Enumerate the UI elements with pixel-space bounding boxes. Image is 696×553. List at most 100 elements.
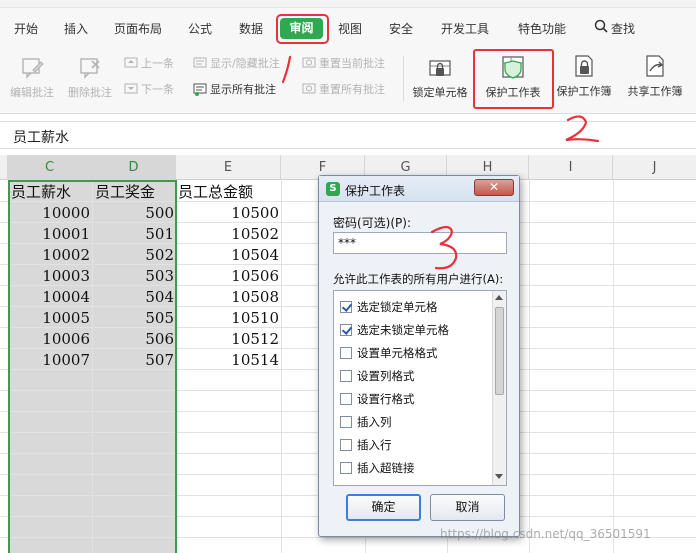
permission-label: 选定未锁定单元格 <box>357 323 449 337</box>
reset-current-comment-button[interactable]: 重置当前批注 <box>302 55 385 71</box>
next-comment-button[interactable]: 下一条 <box>124 81 174 97</box>
lock-cell-button[interactable]: 锁定单元格 <box>408 56 472 100</box>
column-header-c[interactable]: C <box>8 155 92 180</box>
search-icon[interactable] <box>594 19 608 33</box>
toolbar-separator <box>403 56 404 102</box>
tab-formula[interactable]: 公式 <box>188 20 212 37</box>
protect-workbook-button[interactable]: 保护工作簿 <box>553 53 615 99</box>
permission-item[interactable]: 设置列格式 <box>340 366 415 386</box>
permission-item[interactable]: 选定锁定单元格 <box>340 297 438 317</box>
checkbox-icon[interactable] <box>340 393 352 405</box>
permission-item[interactable]: 插入行 <box>340 435 392 455</box>
formula-bar[interactable]: 员工薪水 <box>0 121 696 149</box>
column-gridline <box>613 180 614 553</box>
allow-users-label: 允许此工作表的所有用户进行(A): <box>333 272 504 286</box>
table-cell[interactable]: 10504 <box>176 245 279 266</box>
share-workbook-icon <box>646 55 664 77</box>
table-cell[interactable]: 10510 <box>176 308 279 329</box>
edit-comment-label: 编辑批注 <box>10 86 54 99</box>
watermark: https://blog.csdn.net/qq_36501591 <box>440 527 651 541</box>
password-input[interactable]: *** <box>333 232 507 254</box>
table-cell[interactable]: 10500 <box>176 203 279 224</box>
column-header-j[interactable]: J <box>613 155 696 180</box>
table-cell[interactable]: 10514 <box>176 350 279 371</box>
close-icon[interactable]: ✕ <box>474 179 514 196</box>
permission-item[interactable]: 插入列 <box>340 412 392 432</box>
column-header-stub <box>0 155 8 180</box>
protect-workbook-icon <box>575 55 593 77</box>
permission-label: 选定锁定单元格 <box>357 300 438 314</box>
tab-view[interactable]: 视图 <box>338 20 362 37</box>
permission-item[interactable]: 设置行格式 <box>340 389 415 409</box>
scroll-up-icon[interactable] <box>495 295 503 300</box>
next-comment-icon <box>124 83 138 94</box>
lock-cell-icon <box>429 60 451 76</box>
column-header-i[interactable]: I <box>529 155 613 180</box>
cell-header-total[interactable]: 员工总金额 <box>178 182 253 203</box>
permission-scrollbar[interactable] <box>492 291 506 485</box>
table-cell[interactable]: 10512 <box>176 329 279 350</box>
lock-cell-label: 锁定单元格 <box>412 86 468 99</box>
table-cell[interactable]: 10506 <box>176 266 279 287</box>
checkbox-icon[interactable] <box>340 324 352 336</box>
column-gridline <box>529 180 530 553</box>
scroll-thumb[interactable] <box>495 307 504 395</box>
permission-item[interactable]: 插入超链接 <box>340 458 415 478</box>
table-cell[interactable]: 10508 <box>176 287 279 308</box>
dialog-titlebar[interactable]: S 保护工作表 ✕ <box>319 176 519 202</box>
scroll-down-icon[interactable] <box>495 474 503 479</box>
show-all-comments-button[interactable]: 显示所有批注 <box>193 81 276 97</box>
ok-button[interactable]: 确定 <box>346 494 421 521</box>
permission-label: 插入行 <box>357 438 392 452</box>
permission-label: 设置单元格格式 <box>357 346 438 360</box>
show-all-comments-label: 显示所有批注 <box>210 83 276 96</box>
next-comment-label: 下一条 <box>141 83 174 96</box>
tab-special-features[interactable]: 特色功能 <box>518 20 566 37</box>
checkbox-icon[interactable] <box>340 462 352 474</box>
table-cell[interactable]: 10502 <box>176 224 279 245</box>
title-strip <box>0 0 696 8</box>
checkbox-icon[interactable] <box>340 347 352 359</box>
checkbox-icon[interactable] <box>340 370 352 382</box>
cancel-button[interactable]: 取消 <box>430 494 505 521</box>
permission-item[interactable]: 设置单元格格式 <box>340 343 438 363</box>
menu-bar: 开始 插入 页面布局 公式 数据 审阅 视图 安全 开发工具 特色功能 查找 <box>0 8 696 48</box>
tab-security[interactable]: 安全 <box>389 20 413 37</box>
column-gridline <box>281 180 282 553</box>
prev-comment-label: 上一条 <box>141 57 174 70</box>
checkbox-icon[interactable] <box>340 439 352 451</box>
checkbox-icon[interactable] <box>340 301 352 313</box>
permission-label: 插入超链接 <box>357 461 415 475</box>
edit-comment-button[interactable]: 编辑批注 <box>6 56 58 100</box>
prev-comment-icon <box>124 57 138 68</box>
column-header-e[interactable]: E <box>176 155 281 180</box>
tab-page-layout[interactable]: 页面布局 <box>114 20 162 37</box>
reset-all-comments-label: 重置所有批注 <box>319 83 385 96</box>
reset-all-comments-button[interactable]: 重置所有批注 <box>302 81 385 97</box>
checkbox-icon[interactable] <box>340 416 352 428</box>
share-workbook-button[interactable]: 共享工作簿 <box>622 53 688 99</box>
delete-comment-label: 删除批注 <box>68 86 112 99</box>
permission-list[interactable]: 选定锁定单元格 选定未锁定单元格 设置单元格格式设置列格式设置行格式插入列插入行插入… <box>333 290 507 486</box>
column-header-d[interactable]: D <box>92 155 176 180</box>
wps-app-icon: S <box>326 182 340 196</box>
tab-data[interactable]: 数据 <box>239 20 263 37</box>
protect-workbook-label: 保护工作簿 <box>556 85 612 98</box>
prev-comment-button[interactable]: 上一条 <box>124 55 174 71</box>
delete-comment-icon <box>80 58 100 79</box>
edit-comment-icon <box>22 58 44 79</box>
protect-sheet-dialog: S 保护工作表 ✕ 密码(可选)(P): *** 允许此工作表的所有用户进行(A… <box>318 175 520 537</box>
permission-label: 设置行格式 <box>357 392 415 406</box>
show-all-comments-icon <box>193 83 207 96</box>
tab-home[interactable]: 开始 <box>14 20 38 37</box>
permission-label: 插入列 <box>357 415 392 429</box>
tab-developer[interactable]: 开发工具 <box>441 20 489 37</box>
tab-insert[interactable]: 插入 <box>64 20 88 37</box>
delete-comment-button[interactable]: 删除批注 <box>64 56 116 100</box>
reset-current-comment-icon <box>302 57 316 68</box>
reset-current-comment-label: 重置当前批注 <box>319 57 385 70</box>
permission-item[interactable]: 选定未锁定单元格 <box>340 320 449 340</box>
tab-search[interactable]: 查找 <box>611 20 635 37</box>
selection-border <box>8 180 177 553</box>
show-hide-comment-button[interactable]: 显示/隐藏批注 <box>193 55 280 71</box>
